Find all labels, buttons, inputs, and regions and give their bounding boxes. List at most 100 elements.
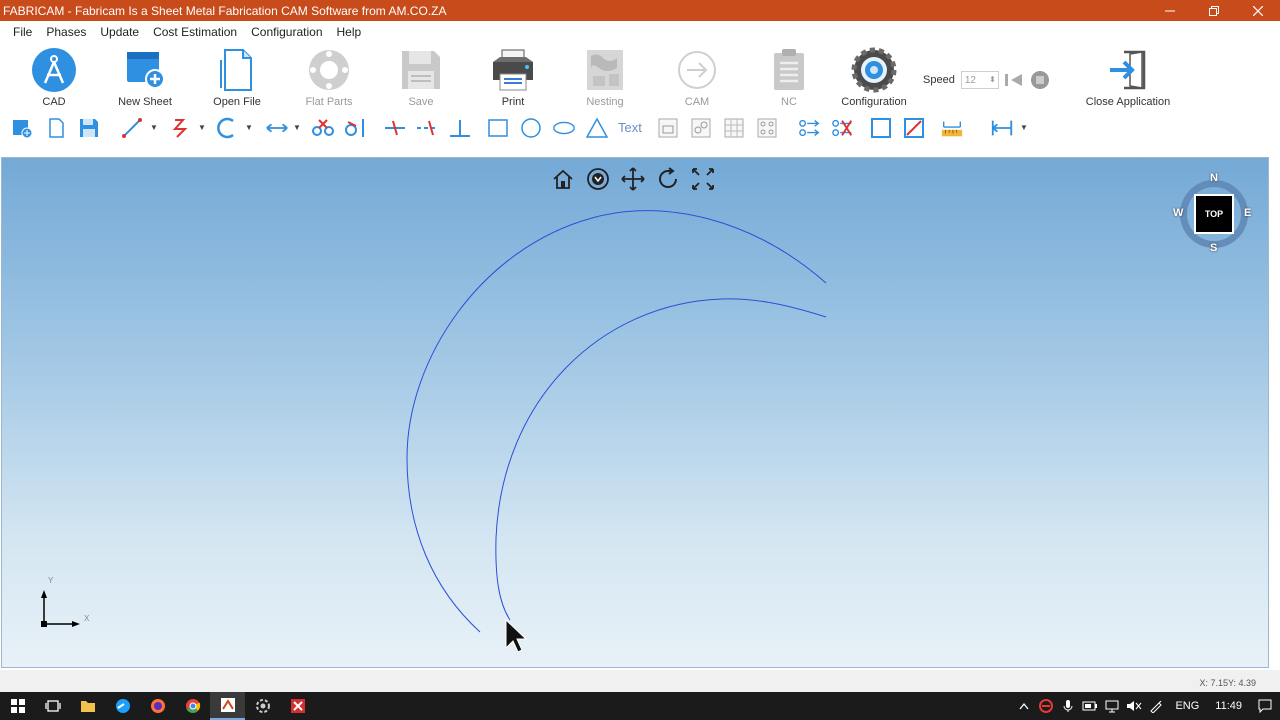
- restore-icon: [1209, 5, 1219, 16]
- ellipse-tool-button[interactable]: [552, 116, 576, 140]
- part-outline-button[interactable]: [656, 116, 680, 140]
- drawing-canvas[interactable]: [2, 158, 1269, 668]
- red-app-taskbar-button[interactable]: [280, 692, 315, 720]
- break-line-button[interactable]: [415, 116, 439, 140]
- network-tray-button[interactable]: [1101, 692, 1123, 720]
- chrome-taskbar-button[interactable]: [175, 692, 210, 720]
- close-button[interactable]: [1236, 0, 1280, 21]
- pan-button[interactable]: [620, 166, 646, 192]
- close-application-button[interactable]: Close Application: [1083, 46, 1173, 110]
- triangle-tool-button[interactable]: [585, 116, 609, 140]
- dimension-measure-button[interactable]: [990, 116, 1014, 140]
- pen-tray-button[interactable]: [1145, 692, 1167, 720]
- print-button[interactable]: Print: [471, 46, 555, 110]
- minimize-button[interactable]: [1148, 0, 1192, 21]
- orbit-button[interactable]: [585, 166, 611, 192]
- task-view-button[interactable]: [35, 692, 70, 720]
- trim-tool-button[interactable]: [311, 116, 335, 140]
- open-file-button[interactable]: Open File: [195, 46, 279, 110]
- compass-south[interactable]: S: [1210, 242, 1217, 254]
- extend-tool-button[interactable]: [343, 116, 367, 140]
- dimension-measure-dropdown-icon[interactable]: ▼: [1020, 123, 1028, 132]
- dimension-tool-button[interactable]: [265, 116, 289, 140]
- start-button[interactable]: [0, 692, 35, 720]
- line-tool-button[interactable]: [120, 116, 144, 140]
- home-view-button[interactable]: [550, 166, 576, 192]
- step-back-button[interactable]: [1003, 69, 1025, 91]
- line-dropdown-icon[interactable]: ▼: [150, 123, 158, 132]
- open-drawing-button[interactable]: [44, 116, 68, 140]
- cad-button[interactable]: CAD: [12, 46, 96, 110]
- compass-north[interactable]: N: [1210, 172, 1218, 184]
- network-icon: [1105, 700, 1119, 713]
- flat-parts-button[interactable]: Flat Parts: [287, 46, 371, 110]
- polyline-tool-button[interactable]: [168, 116, 192, 140]
- menu-cost-estimation[interactable]: Cost Estimation: [146, 21, 244, 43]
- menu-help[interactable]: Help: [330, 21, 369, 43]
- nesting-button[interactable]: Nesting: [563, 46, 647, 110]
- speed-label: Speed: [923, 74, 955, 86]
- red-app-icon: [290, 699, 305, 713]
- view-cube-top-face[interactable]: TOP: [1194, 194, 1234, 234]
- cad-viewport[interactable]: TOP N S E W Y X: [1, 157, 1269, 668]
- nc-button[interactable]: NC: [747, 46, 831, 110]
- compass-west[interactable]: W: [1173, 207, 1183, 219]
- arc-tool-button[interactable]: [215, 116, 239, 140]
- antivirus-tray-button[interactable]: [1035, 692, 1057, 720]
- select-frame-button[interactable]: [869, 116, 893, 140]
- battery-tray-button[interactable]: [1079, 692, 1101, 720]
- windows-logo-icon: [10, 699, 25, 713]
- cam-button[interactable]: CAM: [655, 46, 739, 110]
- speed-input[interactable]: 12 ⬍: [960, 71, 999, 89]
- polyline-dropdown-icon[interactable]: ▼: [198, 123, 206, 132]
- circle-tool-button[interactable]: [519, 116, 543, 140]
- restore-button[interactable]: [1192, 0, 1236, 21]
- measure-button[interactable]: [940, 116, 964, 140]
- hole-pattern-button[interactable]: [689, 116, 713, 140]
- stop-button[interactable]: [1029, 69, 1051, 91]
- rectangle-icon: [488, 119, 508, 137]
- zoom-extents-button[interactable]: [690, 166, 716, 192]
- text-tool-button[interactable]: Text: [618, 120, 642, 135]
- rectangle-tool-button[interactable]: [486, 116, 510, 140]
- menu-update[interactable]: Update: [93, 21, 146, 43]
- menu-configuration[interactable]: Configuration: [244, 21, 329, 43]
- new-sheet-button[interactable]: New Sheet: [103, 46, 187, 110]
- input-language[interactable]: ENG: [1167, 700, 1207, 712]
- notification-center-button[interactable]: [1250, 692, 1280, 720]
- dimension-dropdown-icon[interactable]: ▼: [293, 123, 301, 132]
- settings-taskbar-button[interactable]: [245, 692, 280, 720]
- save-drawing-button[interactable]: [77, 116, 101, 140]
- perpendicular-button[interactable]: [448, 116, 472, 140]
- system-clock[interactable]: 11:49: [1207, 700, 1250, 712]
- rotate-button[interactable]: [655, 166, 681, 192]
- microphone-tray-button[interactable]: [1057, 692, 1079, 720]
- window-title: FABRICAM - Fabricam Is a Sheet Metal Fab…: [3, 3, 447, 18]
- outer-arc[interactable]: [406, 210, 827, 633]
- firefox-taskbar-button[interactable]: [140, 692, 175, 720]
- configuration-button[interactable]: Configuration: [832, 46, 916, 110]
- fabricam-taskbar-button[interactable]: [210, 692, 245, 720]
- coordinate-axes: Y X: [34, 576, 94, 628]
- explode-button[interactable]: [831, 116, 855, 140]
- save-button[interactable]: Save: [379, 46, 463, 110]
- view-cube[interactable]: TOP N S E W: [1172, 172, 1256, 256]
- file-explorer-taskbar-button[interactable]: [70, 692, 105, 720]
- menu-phases[interactable]: Phases: [39, 21, 93, 43]
- delete-button[interactable]: [902, 116, 926, 140]
- inner-arc[interactable]: [495, 298, 827, 621]
- grid-pattern-button[interactable]: [722, 116, 746, 140]
- flat-parts-label: Flat Parts: [305, 96, 353, 108]
- perpendicular-cut-button[interactable]: [383, 116, 407, 140]
- home-icon: [553, 169, 573, 189]
- steam-taskbar-button[interactable]: [105, 692, 140, 720]
- new-drawing-button[interactable]: [10, 116, 34, 140]
- compass-east[interactable]: E: [1244, 207, 1251, 219]
- join-button[interactable]: [798, 116, 822, 140]
- menu-bar: File Phases Update Cost Estimation Confi…: [0, 21, 1280, 43]
- menu-file[interactable]: File: [0, 21, 39, 43]
- volume-tray-button[interactable]: [1123, 692, 1145, 720]
- show-hidden-icons-button[interactable]: [1013, 692, 1035, 720]
- circular-pattern-button[interactable]: [755, 116, 779, 140]
- arc-dropdown-icon[interactable]: ▼: [245, 123, 253, 132]
